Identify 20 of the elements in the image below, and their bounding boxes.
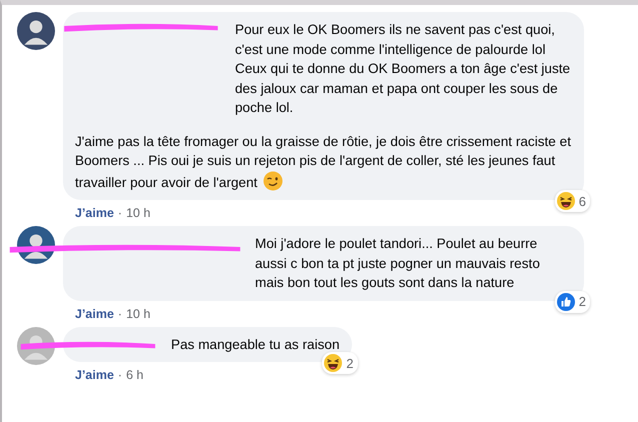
thumbs-up-icon (556, 292, 575, 310)
comment-text: Moi j'adore le poulet tandori... Poulet au beurre aussi c bon ta pt juste pogner un mauvais resto mais bon tout les gouts sont dans la nature (255, 235, 541, 292)
separator-dot: · (118, 306, 122, 320)
separator-dot: · (118, 206, 122, 220)
reaction-count[interactable]: 6 (554, 190, 590, 212)
like-link[interactable]: J’aime (75, 306, 114, 320)
comment-text: J'aime pas la tête fromager ou la graisse de rôtie, je dois être crissement raciste et Boomers ... Pis oui je suis un rejeton pis de l'argent de coller, sté les jeunes faut travailler pour avoir de l'argent (75, 132, 572, 192)
separator-dot: · (118, 368, 122, 382)
comment-time[interactable]: 10 h (126, 206, 150, 220)
comment-text: Pas mangeable tu as raison (171, 336, 340, 354)
reaction-count[interactable]: 2 (322, 352, 358, 374)
avatar[interactable] (17, 12, 55, 50)
comment-time[interactable]: 6 h (126, 368, 144, 382)
reaction-count[interactable]: 2 (554, 290, 590, 312)
laughing-face-icon (556, 192, 575, 210)
comment-time[interactable]: 10 h (126, 306, 150, 320)
like-link[interactable]: J’aime (75, 206, 114, 220)
laughing-face-icon (324, 354, 342, 372)
comment-text: Pour eux le OK Boomers ils ne savent pas c'est quoi, c'est une mode comme l'intelligence de palourde lol Ceux qui te donne du OK Boomers a ton âge c'est juste des jaloux car maman et papa ont couper les sous de poche lol. (235, 21, 572, 117)
like-link[interactable]: J’aime (75, 368, 114, 382)
